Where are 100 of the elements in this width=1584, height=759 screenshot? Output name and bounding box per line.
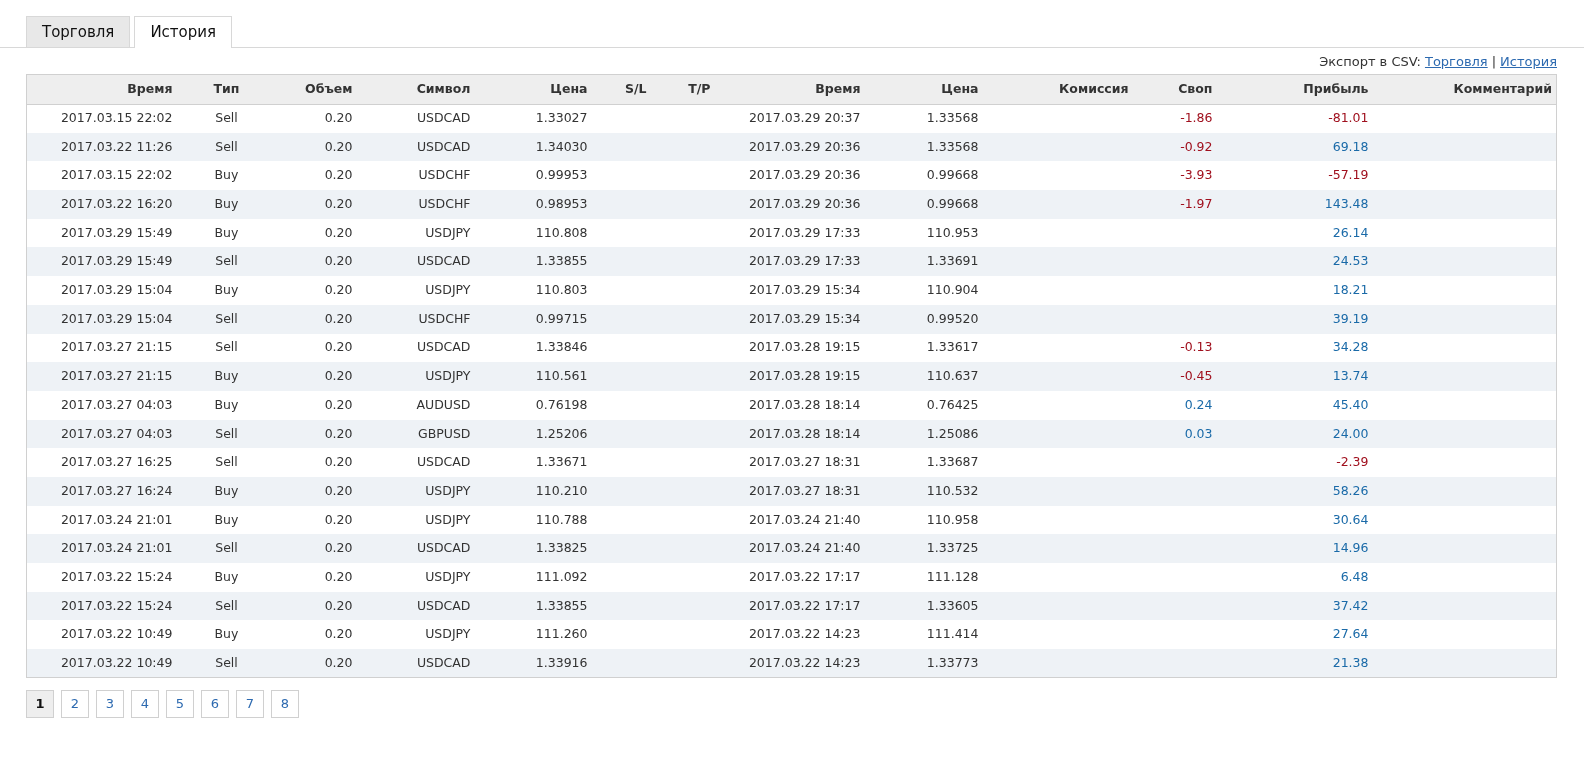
table-cell: 2017.03.29 15:34 (714, 304, 865, 334)
table-cell: USDCAD (356, 333, 475, 363)
table-cell: 1.33725 (864, 534, 983, 563)
table-cell: 0.20 (276, 362, 357, 391)
table-cell: 2017.03.22 11:26 (26, 132, 177, 162)
table-cell: 2017.03.22 17:17 (714, 591, 865, 621)
table-cell: 2017.03.27 04:03 (26, 390, 177, 420)
table-cell: 2017.03.22 16:20 (26, 190, 177, 219)
table-cell: 14.96 (1216, 534, 1373, 563)
table-cell: 39.19 (1216, 304, 1373, 334)
table-cell: 30.64 (1216, 505, 1373, 535)
table-cell: Buy (176, 390, 277, 420)
table-cell: 0.76425 (864, 390, 983, 420)
table-cell: 1.33916 (474, 649, 592, 678)
table-cell: Sell (176, 304, 277, 334)
export-link[interactable]: Торговля (1424, 52, 1488, 72)
page-button[interactable]: 8 (271, 690, 299, 719)
table-cell: 0.20 (276, 390, 357, 420)
table-cell: USDJPY (356, 563, 475, 592)
table-cell: 2017.03.29 17:33 (714, 247, 865, 277)
table-cell: 0.20 (276, 333, 357, 363)
table-cell: 0.20 (276, 276, 357, 305)
table-cell: 2017.03.22 14:23 (714, 620, 865, 650)
table-cell: 2017.03.27 21:15 (26, 333, 177, 363)
export-link[interactable]: История (1500, 52, 1557, 72)
table-cell: USDCAD (356, 591, 475, 621)
page-button[interactable]: 2 (61, 690, 89, 719)
page-button[interactable]: 7 (236, 690, 264, 719)
table-cell: USDCAD (356, 448, 475, 477)
column-header: Тип (176, 74, 277, 104)
table-cell: 0.20 (276, 591, 357, 621)
table-cell: 110.904 (864, 276, 983, 305)
table-cell: 2017.03.29 15:34 (714, 276, 865, 305)
table-cell: 1.33687 (864, 448, 983, 477)
table-cell: Buy (176, 161, 277, 191)
table-cell: 2017.03.27 16:25 (26, 448, 177, 477)
page-button[interactable]: 3 (96, 690, 124, 719)
table-cell: 2017.03.24 21:01 (26, 534, 177, 563)
table-cell: 0.98953 (474, 190, 592, 219)
table-cell: 0.03 (1132, 419, 1217, 449)
column-header: Символ (356, 74, 475, 104)
table-cell: 2017.03.29 20:37 (714, 104, 865, 133)
table-cell: 0.20 (276, 534, 357, 563)
table-cell: Buy (176, 218, 277, 248)
column-header: Цена (474, 74, 592, 104)
table-cell: Sell (176, 649, 277, 678)
column-header: Время (714, 74, 865, 104)
table-cell: Buy (176, 276, 277, 305)
table-cell: 110.803 (474, 276, 592, 305)
page-button[interactable]: 1 (26, 690, 54, 719)
table-cell: 24.00 (1216, 419, 1373, 449)
table-cell: 1.33691 (864, 247, 983, 277)
table-cell: 110.808 (474, 218, 592, 248)
table-cell: Buy (176, 190, 277, 219)
table-cell: 0.20 (276, 247, 357, 277)
table-cell: 1.34030 (474, 132, 592, 162)
table-cell: USDJPY (356, 620, 475, 650)
table-cell: 1.33568 (864, 104, 983, 133)
column-header: Комментарий (1372, 74, 1557, 104)
table-cell: 2017.03.24 21:40 (714, 534, 865, 563)
tab[interactable]: История (134, 16, 233, 48)
table-cell: USDJPY (356, 362, 475, 391)
table-cell: 2017.03.27 18:31 (714, 476, 865, 506)
table-cell: 110.532 (864, 476, 983, 506)
table-cell: 143.48 (1216, 190, 1373, 219)
table-cell: 2017.03.15 22:02 (26, 161, 177, 191)
table-cell: -81.01 (1216, 104, 1373, 133)
column-header: T/P (650, 74, 715, 104)
table-cell: 1.33568 (864, 132, 983, 162)
table-cell: USDJPY (356, 276, 475, 305)
table-cell: 0.20 (276, 448, 357, 477)
table-cell: 2017.03.27 16:24 (26, 476, 177, 506)
table-cell: -2.39 (1216, 448, 1373, 477)
table-cell: 1.33027 (474, 104, 592, 133)
table-cell: 0.20 (276, 161, 357, 191)
table-cell: 0.99668 (864, 161, 983, 191)
table-cell: 0.20 (276, 104, 357, 133)
table-cell: -0.13 (1132, 333, 1217, 363)
table-cell: 0.20 (276, 132, 357, 162)
table-cell: Buy (176, 362, 277, 391)
table-cell: 2017.03.27 21:15 (26, 362, 177, 391)
tab[interactable]: Торговля (26, 16, 131, 47)
table-cell: USDJPY (356, 476, 475, 506)
table-cell: 18.21 (1216, 276, 1373, 305)
table-cell: 2017.03.29 15:49 (26, 218, 177, 248)
table-cell: USDCHF (356, 304, 475, 334)
table-cell: USDJPY (356, 218, 475, 248)
link-separator: | (1491, 53, 1497, 71)
table-cell: 110.561 (474, 362, 592, 391)
page-button[interactable]: 4 (131, 690, 159, 719)
page-button[interactable]: 6 (201, 690, 229, 719)
page-button[interactable]: 5 (166, 690, 194, 719)
table-cell: 2017.03.28 18:14 (714, 390, 865, 420)
table-cell: 2017.03.27 18:31 (714, 448, 865, 477)
table-cell: 58.26 (1216, 476, 1373, 506)
table-cell: Sell (176, 104, 277, 133)
table-cell: Sell (176, 132, 277, 162)
table-cell: 0.99668 (864, 190, 983, 219)
table-cell: 1.25206 (474, 419, 592, 449)
table-cell: 0.99953 (474, 161, 592, 191)
